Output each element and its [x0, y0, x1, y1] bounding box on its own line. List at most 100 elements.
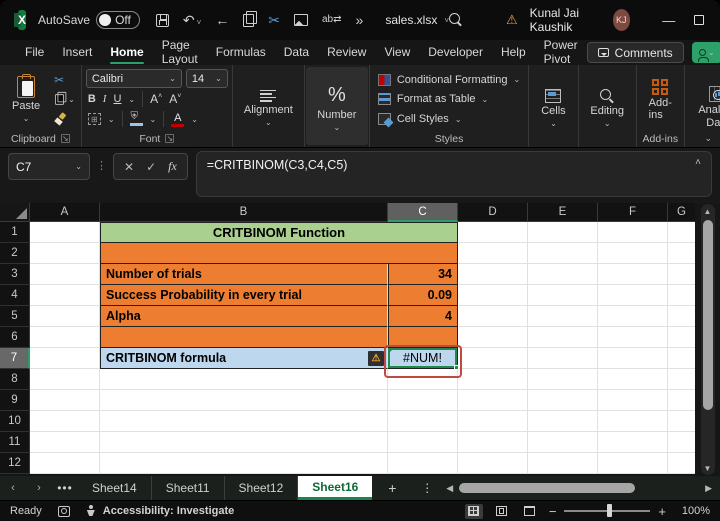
- autosave-control[interactable]: AutoSave Off: [38, 11, 140, 29]
- back-arrow-icon[interactable]: ←: [215, 13, 229, 27]
- italic-button[interactable]: I: [103, 93, 107, 105]
- cell-b12[interactable]: [100, 453, 388, 474]
- cell-f12[interactable]: [598, 453, 668, 474]
- cell-c11[interactable]: [388, 432, 458, 453]
- cell-b2[interactable]: [100, 243, 458, 264]
- collapse-ribbon-icon[interactable]: ⌄: [704, 133, 712, 144]
- sheet-nav-left-icon[interactable]: ‹: [0, 476, 26, 500]
- picture-icon[interactable]: [294, 14, 308, 26]
- zoom-slider-handle[interactable]: [607, 504, 613, 518]
- increase-font-button[interactable]: A˄: [150, 92, 162, 106]
- tab-view[interactable]: View: [375, 41, 419, 64]
- normal-view-button[interactable]: [464, 503, 483, 519]
- cell-d11[interactable]: [458, 432, 528, 453]
- cell-e6[interactable]: [528, 327, 598, 348]
- format-as-table-button[interactable]: Format as Table ⌄: [377, 91, 520, 108]
- cell-g3[interactable]: [668, 264, 695, 285]
- cell-a5[interactable]: [30, 306, 100, 327]
- column-header-f[interactable]: F: [598, 203, 668, 222]
- cell-d8[interactable]: [458, 369, 528, 390]
- cell-b3[interactable]: Number of trials: [100, 264, 388, 285]
- tab-insert[interactable]: Insert: [53, 41, 101, 64]
- cell-c10[interactable]: [388, 411, 458, 432]
- zoom-in-button[interactable]: +: [658, 504, 666, 519]
- cell-g11[interactable]: [668, 432, 695, 453]
- borders-icon[interactable]: ⊞: [87, 113, 101, 125]
- cell-a12[interactable]: [30, 453, 100, 474]
- chevron-down-icon[interactable]: ⌄: [150, 115, 157, 124]
- row-header-6[interactable]: 6: [0, 327, 30, 348]
- maximize-button[interactable]: [684, 0, 714, 40]
- cell-e12[interactable]: [528, 453, 598, 474]
- format-painter-button[interactable]: [54, 111, 75, 126]
- fill-color-icon[interactable]: [129, 111, 143, 126]
- row-header-12[interactable]: 12: [0, 453, 30, 474]
- cell-c4[interactable]: 0.09: [388, 285, 458, 306]
- font-name-select[interactable]: Calibri ⌄: [85, 69, 182, 88]
- cells-button[interactable]: Cells ⌄: [533, 87, 573, 130]
- cell-b9[interactable]: [100, 390, 388, 411]
- cell-f10[interactable]: [598, 411, 668, 432]
- cell-d4[interactable]: [458, 285, 528, 306]
- copy-button[interactable]: ⌄: [54, 91, 75, 107]
- search-icon[interactable]: [449, 13, 460, 27]
- cell-c6[interactable]: [388, 327, 458, 348]
- cell-f6[interactable]: [598, 327, 668, 348]
- number-format-button[interactable]: % Number ⌄: [309, 82, 364, 134]
- tab-file[interactable]: File: [16, 41, 53, 64]
- cell-d2[interactable]: [458, 243, 528, 264]
- cell-f1[interactable]: [598, 222, 668, 243]
- cell-a10[interactable]: [30, 411, 100, 432]
- cell-f7[interactable]: [598, 348, 668, 369]
- row-header-5[interactable]: 5: [0, 306, 30, 327]
- cell-g4[interactable]: [668, 285, 695, 306]
- fill-handle[interactable]: [454, 365, 459, 370]
- cell-a2[interactable]: [30, 243, 100, 264]
- alert-icon[interactable]: ⚠: [506, 12, 518, 28]
- cell-b1[interactable]: CRITBINOM Function: [100, 222, 458, 243]
- cell-f5[interactable]: [598, 306, 668, 327]
- cell-c3[interactable]: 34: [388, 264, 458, 285]
- cell-e7[interactable]: [528, 348, 598, 369]
- column-header-e[interactable]: E: [528, 203, 598, 222]
- user-name[interactable]: Kunal Jai Kaushik: [530, 6, 605, 34]
- find-replace-icon[interactable]: ab⇄: [322, 15, 342, 25]
- collapse-formula-bar-icon[interactable]: ˄: [695, 157, 701, 168]
- sheet-tab-sheet11[interactable]: Sheet11: [152, 476, 225, 500]
- cell-d12[interactable]: [458, 453, 528, 474]
- comments-button[interactable]: Comments: [586, 42, 684, 63]
- tab-data[interactable]: Data: [275, 41, 318, 64]
- cell-d6[interactable]: [458, 327, 528, 348]
- cell-d1[interactable]: [458, 222, 528, 243]
- sheet-tab-sheet12[interactable]: Sheet12: [225, 476, 299, 500]
- cell-d3[interactable]: [458, 264, 528, 285]
- cell-c7-selected[interactable]: #NUM!: [384, 345, 462, 378]
- vertical-scrollbar[interactable]: ▲ ▼: [700, 204, 715, 475]
- cell-c12[interactable]: [388, 453, 458, 474]
- row-header-9[interactable]: 9: [0, 390, 30, 411]
- avatar[interactable]: KJ: [612, 9, 630, 31]
- row-header-4[interactable]: 4: [0, 285, 30, 306]
- column-header-a[interactable]: A: [30, 203, 100, 222]
- cell-g8[interactable]: [668, 369, 695, 390]
- insert-function-button[interactable]: fx: [168, 159, 177, 174]
- tab-options-icon[interactable]: ⋮: [412, 476, 442, 500]
- column-header-b[interactable]: B: [100, 203, 388, 222]
- accessibility-status[interactable]: Accessibility: Investigate: [86, 505, 234, 517]
- tab-review[interactable]: Review: [318, 41, 375, 64]
- font-color-icon[interactable]: A: [171, 112, 185, 127]
- cell-styles-button[interactable]: Cell Styles ⌄: [377, 111, 520, 128]
- share-button[interactable]: ⌄: [691, 42, 720, 63]
- more-commands-icon[interactable]: »: [356, 13, 364, 27]
- column-header-c[interactable]: C: [388, 203, 458, 222]
- paste-button[interactable]: Paste ⌄: [4, 69, 48, 130]
- cell-c9[interactable]: [388, 390, 458, 411]
- row-header-3[interactable]: 3: [0, 264, 30, 285]
- sheet-tab-sheet16-active[interactable]: Sheet16: [298, 476, 373, 500]
- cell-f2[interactable]: [598, 243, 668, 264]
- page-layout-view-button[interactable]: [493, 504, 511, 519]
- undo-button[interactable]: ↶ ˅: [183, 13, 201, 27]
- conditional-formatting-button[interactable]: Conditional Formatting ⌄: [377, 71, 520, 88]
- horizontal-scrollbar[interactable]: ◀ ▶: [442, 476, 720, 500]
- drag-handle-icon[interactable]: ⋮: [96, 159, 107, 197]
